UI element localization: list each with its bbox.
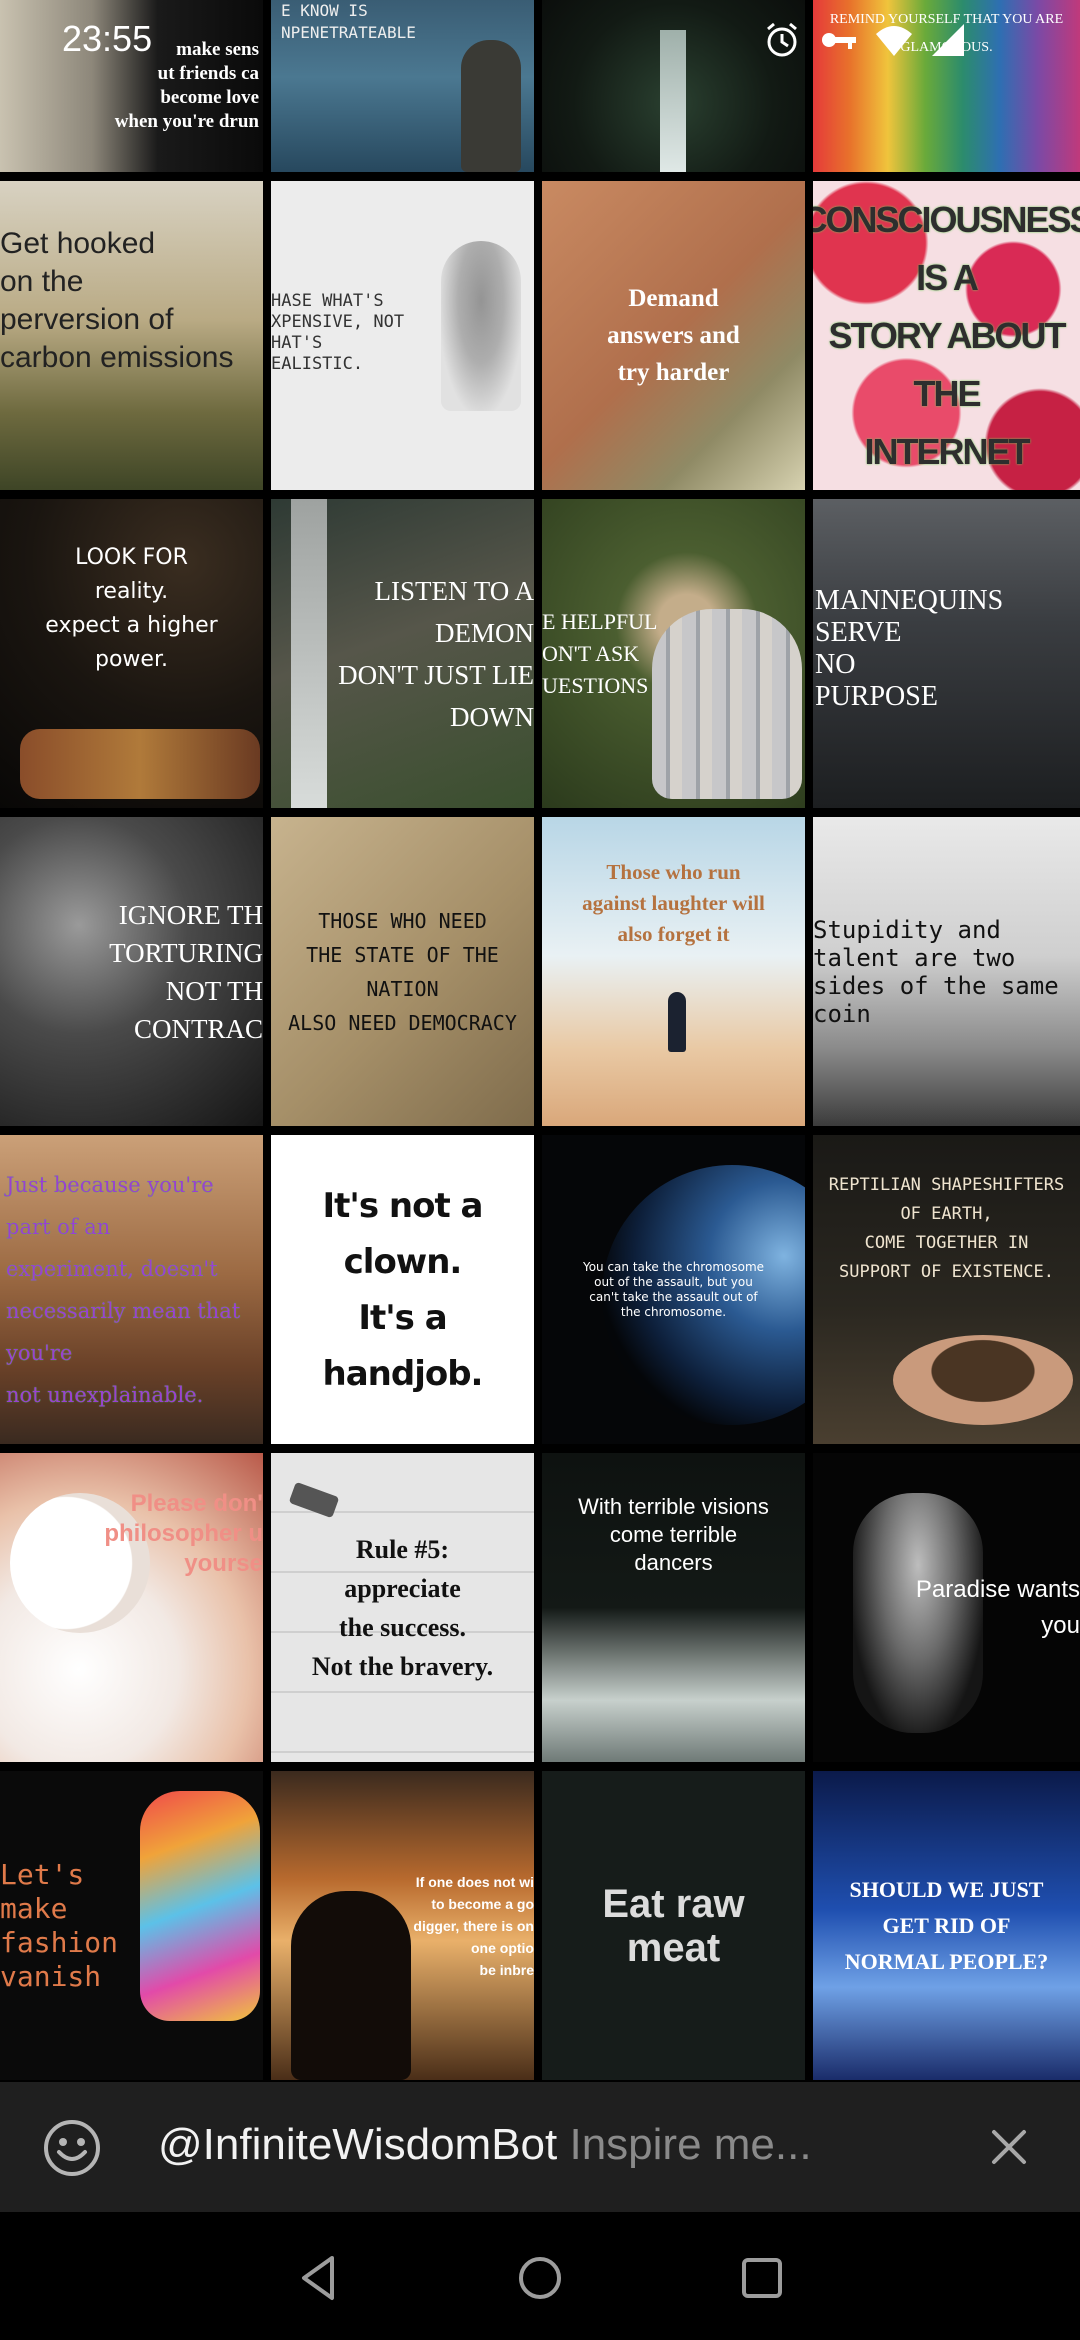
sticker-caption: Rule #5: appreciate the success. Not the… [311, 1534, 494, 1681]
sticker-tile[interactable]: LOOK FOR reality. expect a higher power. [0, 499, 263, 808]
sticker-tile[interactable]: It's not a clown. It's a handjob. [271, 1135, 534, 1444]
input-placeholder: Inspire me... [569, 2120, 812, 2169]
sticker-tile[interactable]: Stupidity and talent are two sides of th… [813, 817, 1080, 1126]
sticker-caption: Stupidity and talent are two sides of th… [813, 915, 1059, 1028]
status-time: 23:55 [62, 18, 153, 59]
sticker-tile[interactable]: Rule #5: appreciate the success. Not the… [271, 1453, 534, 1762]
sticker-caption: REPTILIAN SHAPESHIFTERS OF EARTH, COME T… [828, 1175, 1065, 1282]
home-icon[interactable] [512, 2250, 568, 2306]
sticker-tile[interactable]: Those who run against laughter will also… [542, 817, 805, 1126]
sticker-tile[interactable]: REPTILIAN SHAPESHIFTERS OF EARTH, COME T… [813, 1135, 1080, 1444]
sticker-tile[interactable]: Just because you're part of an experimen… [0, 1135, 263, 1444]
sticker-caption: LISTEN TO A DEMON DON'T JUST LIE DOWN [338, 575, 534, 732]
sticker-caption: CONSCIOUSNESS IS A STORY ABOUT THE INTER… [813, 198, 1080, 472]
sticker-caption: Those who run against laughter will also… [582, 860, 765, 946]
sticker-tile[interactable]: With terrible visions come terrible danc… [542, 1453, 805, 1762]
sticker-caption: Eat raw meat [602, 1881, 745, 1970]
message-input[interactable]: @InfiniteWisdomBot Inspire me... [158, 2120, 812, 2170]
close-icon[interactable] [984, 2122, 1034, 2172]
sticker-tile[interactable]: LISTEN TO A DEMON DON'T JUST LIE DOWN [271, 499, 534, 808]
sticker-grid: make sens ut friends ca become love when… [0, 0, 1080, 2082]
sticker-caption: It's not a clown. It's a handjob. [322, 1185, 484, 1394]
sticker-tile[interactable]: Demand answers and try harder [542, 181, 805, 490]
recents-icon[interactable] [734, 2250, 790, 2306]
sticker-caption: THOSE WHO NEED THE STATE OF THE NATION A… [288, 908, 517, 1035]
signal-icon [932, 24, 964, 56]
navigation-bar [0, 2212, 1080, 2340]
sticker-caption: Get hooked on the perversion of carbon e… [0, 227, 234, 374]
wifi-icon [876, 26, 912, 56]
sticker-caption: SHOULD WE JUST GET RID OF NORMAL PEOPLE? [844, 1876, 1049, 1974]
sticker-caption: E HELPFUL ON'T ASK UESTIONS [542, 608, 658, 698]
sticker-tile[interactable]: MANNEQUINS SERVE NO PURPOSE [813, 499, 1080, 808]
sticker-tile[interactable]: CONSCIOUSNESS IS A STORY ABOUT THE INTER… [813, 181, 1080, 490]
sticker-caption: Paradise wants you [915, 1575, 1080, 1639]
back-icon[interactable] [292, 2250, 348, 2306]
sticker-tile[interactable]: Eat raw meat [542, 1771, 805, 2080]
sticker-tile[interactable]: Get hooked on the perversion of carbon e… [0, 181, 263, 490]
sticker-tile[interactable]: THOSE WHO NEED THE STATE OF THE NATION A… [271, 817, 534, 1126]
sticker-caption: Let's make fashion vanish [0, 1857, 119, 1993]
sticker-caption: IGNORE TH TORTURING NOT TH CONTRAC [109, 899, 263, 1044]
sticker-caption: MANNEQUINS SERVE NO PURPOSE [815, 585, 1004, 712]
sticker-tile[interactable]: You can take the chromosome out of the a… [542, 1135, 805, 1444]
sticker-caption: Demand answers and try harder [607, 285, 740, 386]
sticker-tile[interactable]: IGNORE TH TORTURING NOT TH CONTRAC [0, 817, 263, 1126]
sticker-caption: With terrible visions come terrible danc… [578, 1494, 769, 1575]
sticker-tile[interactable]: If one does not wi to become a go digger… [271, 1771, 534, 2080]
sticker-caption: Please don' philosopher u yourse [104, 1490, 263, 1577]
key-icon [822, 33, 856, 49]
sticker-caption: HASE WHAT'S XPENSIVE, NOT HAT'S EALISTIC… [271, 291, 405, 374]
status-bar: 23:55 [0, 0, 1080, 80]
alarm-icon [767, 22, 797, 57]
inline-query-bar: @InfiniteWisdomBot Inspire me... [0, 2082, 1080, 2212]
sticker-caption: Just because you're part of an experimen… [6, 1172, 241, 1407]
sticker-caption: LOOK FOR reality. expect a higher power. [45, 545, 218, 672]
emoji-icon[interactable] [42, 2118, 102, 2178]
sticker-caption: You can take the chromosome out of the a… [582, 1259, 765, 1319]
sticker-tile[interactable]: E HELPFUL ON'T ASK UESTIONS [542, 499, 805, 808]
bot-handle: @InfiniteWisdomBot [158, 2120, 558, 2169]
sticker-tile[interactable]: Please don' philosopher u yourse [0, 1453, 263, 1762]
sticker-tile[interactable]: Let's make fashion vanish [0, 1771, 263, 2080]
sticker-tile[interactable]: Paradise wants you [813, 1453, 1080, 1762]
sticker-caption: If one does not wi to become a go digger… [413, 1873, 534, 1978]
sticker-tile[interactable]: SHOULD WE JUST GET RID OF NORMAL PEOPLE? [813, 1771, 1080, 2080]
sticker-tile[interactable]: HASE WHAT'S XPENSIVE, NOT HAT'S EALISTIC… [271, 181, 534, 490]
